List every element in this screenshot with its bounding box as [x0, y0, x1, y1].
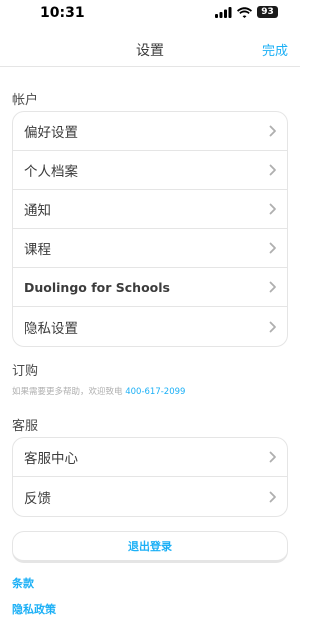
navigation-bar: 设置 完成	[0, 34, 300, 67]
settings-item-label: 客服中心	[24, 451, 78, 467]
cellular-signal-icon	[215, 6, 232, 18]
settings-item-help-center[interactable]: 客服中心	[13, 438, 287, 477]
settings-item-label: 偏好设置	[24, 125, 78, 141]
settings-item-courses[interactable]: 课程	[13, 229, 287, 268]
chevron-right-icon	[269, 281, 276, 293]
settings-item-preferences[interactable]: 偏好设置	[13, 112, 287, 151]
subscription-section-header: 订购	[12, 364, 39, 379]
chevron-right-icon	[269, 203, 276, 215]
status-icons: 93	[215, 6, 278, 18]
account-section-header: 帐户	[12, 93, 39, 108]
settings-item-label: 个人档案	[24, 164, 78, 180]
settings-item-label: 隐私设置	[24, 320, 78, 337]
settings-item-label: 反馈	[24, 490, 51, 507]
settings-item-duolingo-for-schools[interactable]: Duolingo for Schools	[13, 268, 287, 307]
settings-item-label: Duolingo for Schools	[24, 279, 170, 295]
settings-item-profile[interactable]: 个人档案	[13, 151, 287, 190]
done-button[interactable]: 完成	[262, 40, 288, 59]
chevron-right-icon	[269, 242, 276, 254]
settings-item-privacy[interactable]: 隐私设置	[13, 307, 287, 346]
settings-item-label: 通知	[24, 203, 51, 219]
chevron-right-icon	[269, 451, 276, 463]
privacy-policy-link[interactable]: 隐私政策	[12, 601, 56, 617]
logout-button[interactable]: 退出登录	[12, 531, 288, 563]
support-section-header: 客服	[12, 419, 39, 434]
wifi-icon	[237, 6, 252, 18]
chevron-right-icon	[269, 164, 276, 176]
chevron-right-icon	[269, 321, 276, 332]
support-group: 客服中心 反馈	[12, 437, 288, 517]
terms-link[interactable]: 条款	[12, 575, 34, 591]
help-phone-link[interactable]: 400-617-2099	[125, 387, 185, 397]
help-text-label: 如果需要更多帮助，欢迎致电	[12, 387, 126, 397]
status-time: 10:31	[40, 5, 85, 21]
status-bar: 10:31 93	[0, 0, 300, 30]
settings-item-feedback[interactable]: 反馈	[13, 477, 287, 516]
settings-item-notifications[interactable]: 通知	[13, 190, 287, 229]
help-text: 如果需要更多帮助，欢迎致电 400-617-2099	[12, 385, 185, 397]
page-title: 设置	[136, 43, 164, 59]
settings-item-label: 课程	[24, 242, 51, 258]
chevron-right-icon	[269, 491, 276, 502]
battery-indicator: 93	[257, 6, 278, 18]
account-group: 偏好设置 个人档案 通知 课程 Duolingo for Schools 隐私设…	[12, 111, 288, 347]
chevron-right-icon	[269, 125, 276, 137]
